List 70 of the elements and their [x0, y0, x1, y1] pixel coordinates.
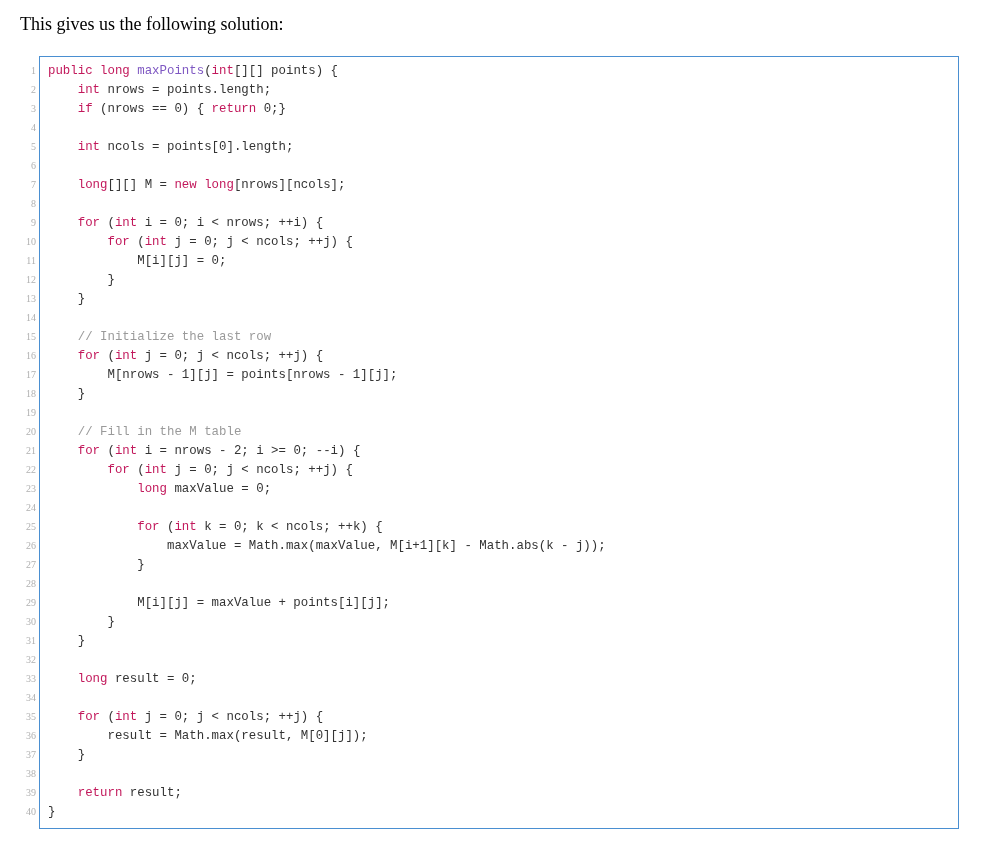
code-line: int ncols = points[0].length;	[76, 140, 294, 155]
code-line: }	[76, 387, 86, 402]
line-number: 20	[26, 425, 36, 438]
line-number: 4	[31, 121, 36, 134]
line-number: 37	[26, 748, 36, 761]
line-number: 25	[26, 520, 36, 533]
line-number: 15	[26, 330, 36, 343]
code-line: if (nrows == 0) { return 0;}	[76, 102, 286, 117]
line-number: 17	[26, 368, 36, 381]
line-number: 34	[26, 691, 36, 704]
code-line: for (int j = 0; j < ncols; ++j) {	[106, 235, 353, 250]
line-number: 28	[26, 577, 36, 590]
code-line: for (int i = 0; i < nrows; ++i) {	[76, 216, 324, 231]
code-line: }	[106, 273, 115, 288]
line-number: 31	[26, 634, 36, 647]
line-number: 2	[31, 83, 36, 96]
code-line: long result = 0;	[76, 672, 197, 687]
line-number: 13	[26, 292, 36, 305]
code-line: }	[76, 292, 86, 307]
line-number: 24	[26, 501, 36, 514]
code-line: M[i][j] = 0;	[136, 254, 227, 269]
line-number: 26	[26, 539, 36, 552]
line-number: 27	[26, 558, 36, 571]
code-line: int nrows = points.length;	[76, 83, 272, 98]
code-line: }	[76, 634, 86, 649]
line-number: 8	[31, 197, 36, 210]
code-line: }	[76, 748, 86, 763]
line-number: 3	[31, 102, 36, 115]
code-line: for (int j = 0; j < ncols; ++j) {	[76, 710, 324, 725]
line-number: 40	[26, 805, 36, 818]
line-number: 10	[26, 235, 36, 248]
line-number: 33	[26, 672, 36, 685]
code-line: for (int j = 0; j < ncols; ++j) {	[76, 349, 324, 364]
line-number: 18	[26, 387, 36, 400]
line-number: 39	[26, 786, 36, 799]
line-number: 11	[26, 254, 36, 267]
code-line: public long maxPoints(int[][] points) {	[48, 64, 339, 79]
code-line: maxValue = Math.max(maxValue, M[i+1][k] - Math.abs(k - j));	[165, 539, 606, 554]
code-line: result = Math.max(result, M[0][j]);	[106, 729, 368, 744]
line-number: 19	[26, 406, 36, 419]
code-line: M[i][j] = maxValue + points[i][j];	[136, 596, 391, 611]
line-number: 29	[26, 596, 36, 609]
line-number: 35	[26, 710, 36, 723]
code-line: long[][] M = new long[nrows][ncols];	[76, 178, 346, 193]
code-line: // Initialize the last row	[76, 330, 272, 345]
line-number: 36	[26, 729, 36, 742]
line-number: 16	[26, 349, 36, 362]
line-number: 1	[31, 64, 36, 77]
code-line: for (int k = 0; k < ncols; ++k) {	[136, 520, 383, 535]
line-number: 12	[26, 273, 36, 286]
code-line: return result;	[76, 786, 182, 801]
code-line: long maxValue = 0;	[136, 482, 272, 497]
code-line: // Fill in the M table	[76, 425, 242, 440]
line-number: 38	[26, 767, 36, 780]
code-line: }	[48, 805, 56, 820]
code-line: }	[106, 615, 115, 630]
line-number: 22	[26, 463, 36, 476]
intro-text: This gives us the following solution:	[20, 13, 285, 35]
code-line: M[nrows - 1][j] = points[nrows - 1][j];	[106, 368, 398, 383]
code-line: }	[136, 558, 145, 573]
code-line: for (int j = 0; j < ncols; ++j) {	[106, 463, 353, 478]
line-number: 21	[26, 444, 36, 457]
line-number: 9	[31, 216, 36, 229]
line-number: 5	[31, 140, 36, 153]
line-number: 23	[26, 482, 36, 495]
line-number: 32	[26, 653, 36, 666]
line-number: 14	[26, 311, 36, 324]
code-line: for (int i = nrows - 2; i >= 0; --i) {	[76, 444, 361, 459]
line-number: 30	[26, 615, 36, 628]
line-number: 7	[31, 178, 36, 191]
